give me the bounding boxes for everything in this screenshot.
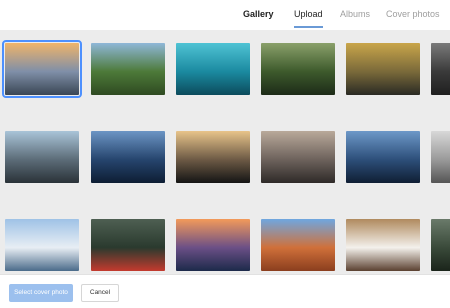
photo-thumbnail-birch-trees-autumn[interactable] — [346, 43, 420, 95]
photo-thumbnail-sunset-lake-purple[interactable] — [176, 219, 250, 271]
tab-albums[interactable]: Albums — [340, 9, 370, 19]
footer-bar: Select cover photo Cancel — [0, 274, 450, 308]
photo-thumbnail-partial-photo-right-2[interactable] — [431, 131, 450, 183]
tab-upload[interactable]: Upload — [294, 9, 323, 28]
tab-gallery-label: Gallery — [243, 9, 274, 19]
tab-cover-photos[interactable]: Cover photos — [386, 9, 440, 19]
photo-gallery — [0, 30, 450, 274]
photo-thumbnail-teal-fern-closeup[interactable] — [176, 43, 250, 95]
tab-gallery[interactable]: Gallery — [243, 9, 274, 19]
tab-cover-photos-label: Cover photos — [386, 9, 440, 19]
cancel-button[interactable]: Cancel — [81, 284, 119, 302]
photo-thumbnail-partial-photo-right-3[interactable] — [431, 219, 450, 271]
tab-upload-label: Upload — [294, 9, 323, 19]
tab-albums-label: Albums — [340, 9, 371, 19]
tab-upload-underline — [294, 26, 323, 28]
photo-thumbnail-misty-mountain-road[interactable] — [261, 131, 335, 183]
photo-thumbnail-lake-hut-winter[interactable] — [5, 131, 79, 183]
photo-thumbnail-waterfall-valley[interactable] — [91, 43, 165, 95]
photo-thumbnail-delicate-arch[interactable] — [261, 219, 335, 271]
photo-thumbnail-night-tunnel-lights[interactable] — [176, 131, 250, 183]
select-cover-photo-button[interactable]: Select cover photo — [9, 284, 73, 302]
photo-thumbnail-snowman-winter[interactable] — [5, 219, 79, 271]
photo-thumbnail-mossy-forest-stream[interactable] — [261, 43, 335, 95]
photo-thumbnail-latte-art-cup[interactable] — [346, 219, 420, 271]
photo-thumbnail-city-skyline-dusk[interactable] — [346, 131, 420, 183]
tab-bar: Gallery Upload Albums Cover photos — [0, 0, 450, 30]
photo-thumbnail-partial-photo-right[interactable] — [431, 43, 450, 95]
photo-thumbnail-red-boats-forest-lake[interactable] — [91, 219, 165, 271]
photo-thumbnail-glass-skyscraper[interactable] — [91, 131, 165, 183]
photo-thumbnail-coastal-sunset-rocks[interactable] — [2, 40, 82, 98]
